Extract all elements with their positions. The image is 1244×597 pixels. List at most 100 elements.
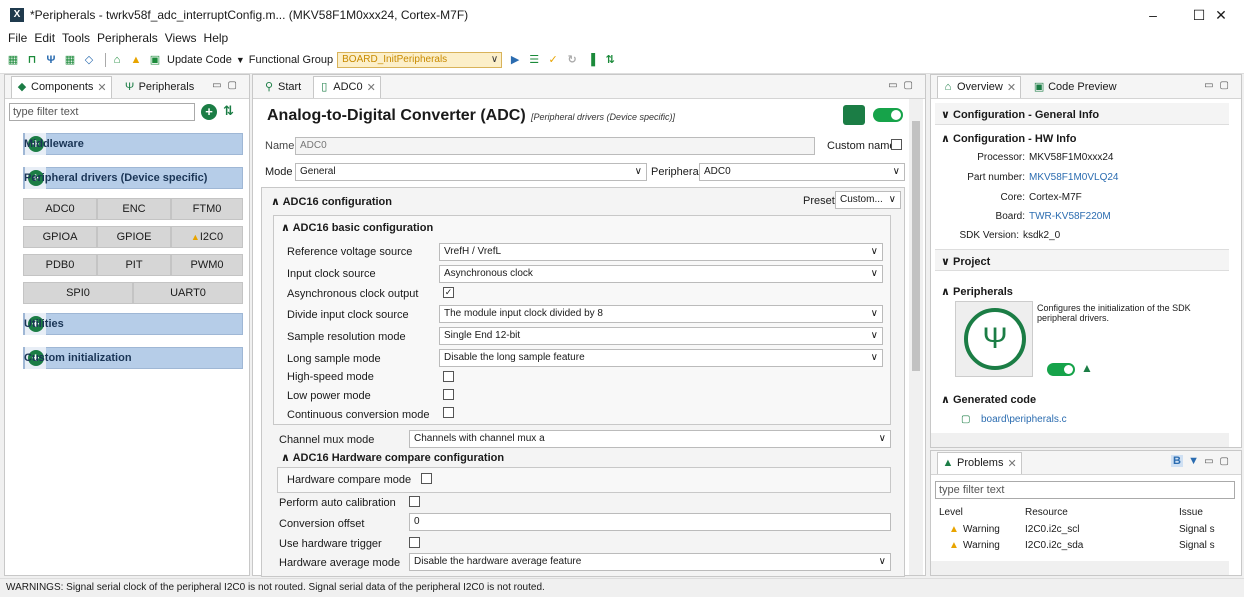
menu-peripherals[interactable]: Peripherals bbox=[97, 31, 158, 45]
component-pwm0[interactable]: PWM0 bbox=[171, 254, 243, 276]
component-gpioa[interactable]: GPIOA bbox=[23, 226, 97, 248]
bar-icon[interactable]: ▐ bbox=[584, 53, 598, 67]
table-icon[interactable]: ▦ bbox=[63, 53, 77, 67]
peripherals-enable-toggle[interactable] bbox=[1047, 363, 1075, 376]
adc16-config-header[interactable]: ∧ ADC16 configuration bbox=[271, 195, 392, 208]
validate-icon[interactable]: ✓ bbox=[546, 53, 560, 67]
peripheral-drivers-header[interactable]: Peripheral drivers (Device specific) + bbox=[23, 167, 243, 189]
hw-average-select[interactable]: Disable the hardware average feature ∨ bbox=[409, 553, 891, 571]
long-sample-select[interactable]: Disable the long sample feature ∨ bbox=[439, 349, 883, 367]
table-row[interactable]: ▲ Warning I2C0.i2c_scl Signal s bbox=[935, 523, 1225, 539]
filter-icon[interactable]: ▼ bbox=[1188, 455, 1199, 467]
divide-clock-select[interactable]: The module input clock divided by 8 ∨ bbox=[439, 305, 883, 323]
pins-tool-icon[interactable]: ▦ bbox=[6, 53, 20, 67]
warning-icon[interactable]: ▲ bbox=[129, 53, 143, 67]
custom-init-header[interactable]: Custom initialization + bbox=[23, 347, 243, 369]
hw-compare-header[interactable]: ∧ ADC16 Hardware compare configuration bbox=[281, 451, 504, 464]
minimize-maximize-icons[interactable]: ▭▢ bbox=[1204, 80, 1235, 91]
board-link[interactable]: TWR-KV58F220M bbox=[1029, 211, 1111, 222]
menu-edit[interactable]: Edit bbox=[34, 31, 55, 45]
minimize-button[interactable]: – bbox=[1130, 0, 1176, 30]
menu-file[interactable]: File bbox=[8, 31, 27, 45]
peripheral-select[interactable]: ADC0 ∨ bbox=[699, 163, 905, 181]
component-uart0[interactable]: UART0 bbox=[133, 282, 243, 304]
general-info-row[interactable]: ∨ Configuration - General Info bbox=[935, 103, 1229, 125]
middleware-header[interactable]: Middleware + bbox=[23, 133, 243, 155]
conversion-offset-input[interactable]: 0 bbox=[409, 513, 891, 531]
menu-help[interactable]: Help bbox=[204, 31, 229, 45]
custom-name-checkbox[interactable] bbox=[891, 139, 902, 150]
close-icon[interactable]: ✕ bbox=[1007, 81, 1016, 94]
component-pit[interactable]: PIT bbox=[97, 254, 171, 276]
auto-calibration-checkbox[interactable] bbox=[409, 496, 420, 507]
minimize-maximize-icons[interactable]: ▭▢ bbox=[212, 80, 243, 91]
component-enc[interactable]: ENC bbox=[97, 198, 171, 220]
menu-tools[interactable]: Tools bbox=[62, 31, 90, 45]
component-i2c0[interactable]: ▲I2C0 bbox=[171, 226, 243, 248]
sample-resolution-select[interactable]: Single End 12-bit ∨ bbox=[439, 327, 883, 345]
lock-icon[interactable] bbox=[843, 105, 865, 125]
mode-select[interactable]: General ∨ bbox=[295, 163, 647, 181]
continuous-conversion-checkbox[interactable] bbox=[443, 407, 454, 418]
component-gpioe[interactable]: GPIOE bbox=[97, 226, 171, 248]
tab-components[interactable]: ◆ Components ✕ bbox=[11, 75, 112, 98]
generated-file-link[interactable]: board\peripherals.c bbox=[981, 414, 1067, 425]
component-pdb0[interactable]: PDB0 bbox=[23, 254, 97, 276]
close-icon[interactable]: ✕ bbox=[367, 81, 376, 94]
components-filter-input[interactable]: type filter text bbox=[9, 103, 195, 121]
name-input[interactable]: ADC0 bbox=[295, 137, 815, 155]
sort-icon[interactable]: ⇅ bbox=[603, 53, 617, 67]
input-clock-select[interactable]: Asynchronous clock ∨ bbox=[439, 265, 883, 283]
utilities-header[interactable]: Utilities + bbox=[23, 313, 243, 335]
tab-start[interactable]: ⚲ Start bbox=[259, 76, 305, 98]
component-ftm0[interactable]: FTM0 bbox=[171, 198, 243, 220]
chevron-down-icon[interactable]: ▼ bbox=[236, 55, 245, 65]
column-resource[interactable]: Resource bbox=[1025, 507, 1068, 518]
shield-icon[interactable]: ◇ bbox=[82, 53, 96, 67]
overview-hscrollbar[interactable] bbox=[931, 433, 1229, 447]
hw-info-header[interactable]: ∧ Configuration - HW Info bbox=[941, 132, 1076, 145]
menu-views[interactable]: Views bbox=[165, 31, 197, 45]
component-adc0[interactable]: ADC0 bbox=[23, 198, 97, 220]
enable-toggle[interactable] bbox=[873, 108, 903, 122]
low-power-checkbox[interactable] bbox=[443, 389, 454, 400]
update-code-button[interactable]: Update Code bbox=[167, 54, 232, 66]
reference-voltage-select[interactable]: VrefH / VrefL ∨ bbox=[439, 243, 883, 261]
bold-filter-icon[interactable]: B bbox=[1171, 455, 1183, 467]
flag-icon[interactable]: ▶ bbox=[508, 53, 522, 67]
update-code-icon[interactable]: ▣ bbox=[148, 53, 162, 67]
tab-overview[interactable]: ⌂ Overview ✕ bbox=[937, 75, 1022, 98]
problems-hscrollbar[interactable] bbox=[931, 561, 1229, 575]
column-level[interactable]: Level bbox=[939, 507, 963, 518]
close-icon[interactable]: ✕ bbox=[97, 81, 106, 94]
high-speed-checkbox[interactable] bbox=[443, 371, 454, 382]
hw-trigger-checkbox[interactable] bbox=[409, 537, 420, 548]
close-icon[interactable]: ✕ bbox=[1007, 457, 1016, 470]
home-icon[interactable]: ⌂ bbox=[110, 53, 124, 67]
tab-problems[interactable]: ▲ Problems ✕ bbox=[937, 451, 1022, 474]
hw-compare-mode-checkbox[interactable] bbox=[421, 473, 432, 484]
close-button[interactable]: ✕ bbox=[1198, 0, 1244, 30]
component-spi0[interactable]: SPI0 bbox=[23, 282, 133, 304]
list-icon[interactable]: ☰ bbox=[527, 53, 541, 67]
redo-icon[interactable]: ↻ bbox=[565, 53, 579, 67]
minimize-maximize-icons[interactable]: ▭▢ bbox=[888, 80, 919, 91]
tab-adc0[interactable]: ▯ ADC0 ✕ bbox=[313, 75, 381, 98]
editor-scroll-thumb[interactable] bbox=[912, 121, 920, 371]
tab-peripherals[interactable]: Ψ Peripherals bbox=[120, 76, 199, 98]
functional-group-select[interactable]: BOARD_InitPeripherals ∨ bbox=[337, 51, 503, 68]
editor-scrollbar[interactable] bbox=[909, 99, 923, 575]
minimize-maximize-icons[interactable]: ▭▢ bbox=[1204, 456, 1235, 467]
clocks-tool-icon[interactable]: ⊓ bbox=[25, 53, 39, 67]
generated-code-header[interactable]: ∧ Generated code bbox=[941, 393, 1036, 406]
sort-icon[interactable]: ⇅ bbox=[223, 103, 234, 119]
async-clock-output-checkbox[interactable]: ✓ bbox=[443, 287, 454, 298]
part-number-link[interactable]: MKV58F1M0VLQ24 bbox=[1029, 172, 1119, 183]
problems-filter-input[interactable]: type filter text bbox=[935, 481, 1235, 499]
column-issue[interactable]: Issue bbox=[1179, 507, 1203, 518]
peripherals-header[interactable]: ∧ Peripherals bbox=[941, 285, 1013, 298]
tab-code-preview[interactable]: ▣ Code Preview bbox=[1029, 76, 1120, 98]
project-row[interactable]: ∨ Project bbox=[935, 249, 1229, 271]
basic-config-header[interactable]: ∧ ADC16 basic configuration bbox=[281, 221, 433, 234]
warning-icon[interactable]: ▲ bbox=[1081, 361, 1093, 375]
